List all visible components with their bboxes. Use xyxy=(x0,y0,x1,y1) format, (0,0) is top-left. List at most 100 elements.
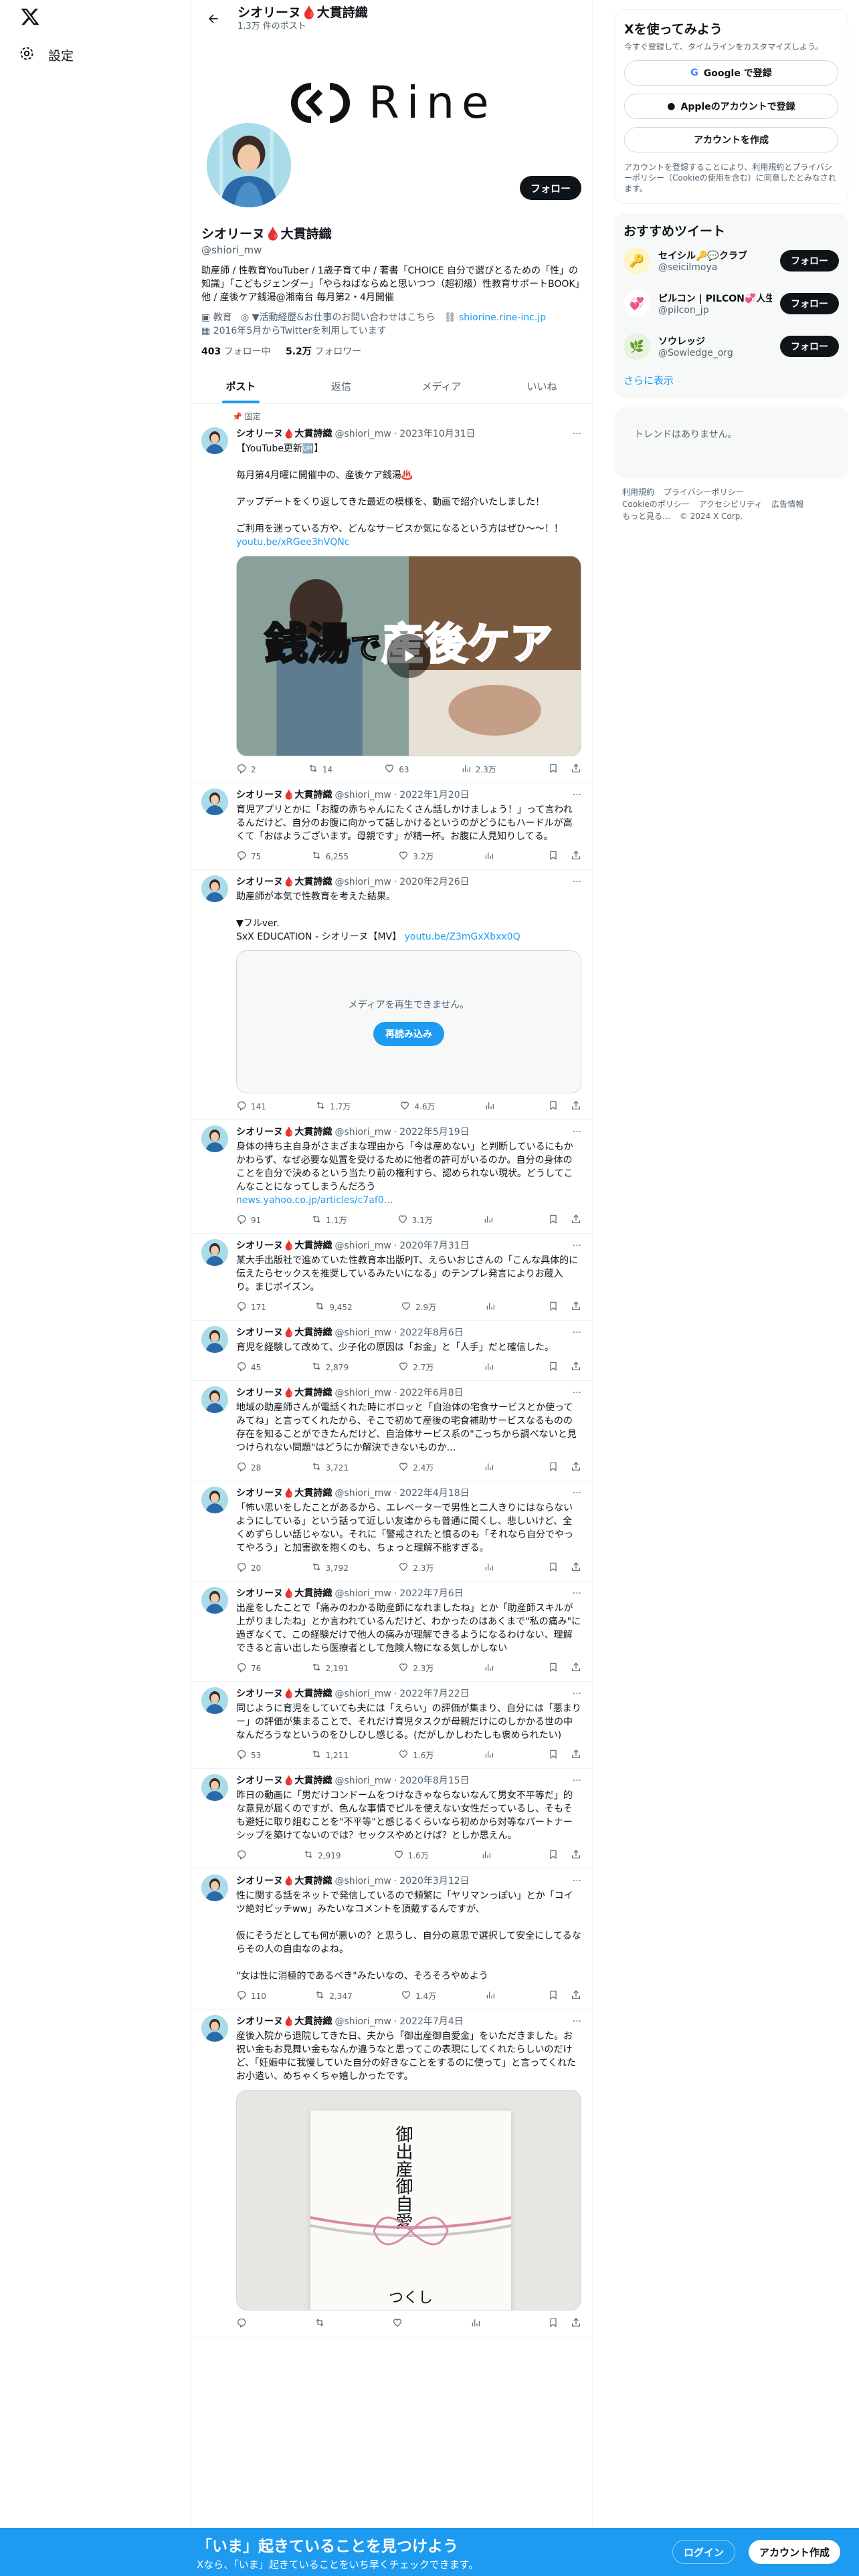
views-button[interactable] xyxy=(484,1562,498,1574)
reply-button[interactable]: 53 xyxy=(236,1749,261,1761)
share-icon[interactable] xyxy=(571,1214,581,1226)
like-button[interactable]: 1.4万 xyxy=(401,1990,436,2002)
tab-posts[interactable]: ポスト xyxy=(191,368,291,403)
footer-link[interactable]: もっと見る… xyxy=(622,512,670,521)
share-icon[interactable] xyxy=(571,850,581,863)
tweet-date[interactable]: 2022年1月20日 xyxy=(399,788,469,802)
tweet[interactable]: シオリーヌ🩸大貫詩織 @shiori_mw · 2022年6月8日 ··· 地域… xyxy=(191,1381,592,1481)
like-button[interactable] xyxy=(392,2317,407,2330)
retweet-button[interactable]: 6,255 xyxy=(311,850,349,863)
more-icon[interactable]: ··· xyxy=(573,875,581,889)
share-icon[interactable] xyxy=(571,1990,581,2002)
views-button[interactable] xyxy=(485,1990,500,2002)
bookmark-icon[interactable] xyxy=(548,850,559,863)
create-account-button[interactable]: アカウントを作成 xyxy=(624,127,838,152)
tweet-date[interactable]: 2022年6月8日 xyxy=(399,1386,463,1400)
avatar[interactable] xyxy=(201,1587,228,1614)
views-button[interactable] xyxy=(485,1301,500,1313)
tweet-author-handle[interactable]: @shiori_mw xyxy=(335,427,391,441)
tweet-author-name[interactable]: シオリーヌ🩸大貫詩織 xyxy=(236,1874,332,1888)
tweet-author-name[interactable]: シオリーヌ🩸大貫詩織 xyxy=(236,427,332,441)
share-icon[interactable] xyxy=(571,1461,581,1474)
tweet-date[interactable]: 2020年2月26日 xyxy=(399,875,469,889)
reply-button[interactable]: 75 xyxy=(236,850,261,863)
bookmark-icon[interactable] xyxy=(548,1361,559,1374)
more-icon[interactable]: ··· xyxy=(573,1239,581,1253)
tweet-author-name[interactable]: シオリーヌ🩸大貫詩織 xyxy=(236,875,332,889)
tweet-author-handle[interactable]: @shiori_mw xyxy=(335,1487,391,1500)
tweet-author-handle[interactable]: @shiori_mw xyxy=(335,1125,391,1139)
bookmark-icon[interactable] xyxy=(548,1990,559,2002)
share-icon[interactable] xyxy=(571,1361,581,1374)
tweet-link[interactable]: youtu.be/Z3mGxXbxx0Q xyxy=(405,932,520,942)
apple-signup-button[interactable]: ● Appleのアカウントで登録 xyxy=(624,94,838,119)
tweet-author-handle[interactable]: @shiori_mw xyxy=(335,1587,391,1600)
share-icon[interactable] xyxy=(571,1301,581,1313)
avatar[interactable] xyxy=(201,1487,228,1513)
show-more-link[interactable]: さらに表示 xyxy=(624,368,839,390)
like-button[interactable]: 3.2万 xyxy=(398,850,434,863)
retweet-button[interactable]: 1.7万 xyxy=(315,1100,351,1113)
signup-button[interactable]: アカウント作成 xyxy=(749,2540,841,2564)
tab-replies[interactable]: 返信 xyxy=(291,368,391,403)
tweet-link[interactable]: news.yahoo.co.jp/articles/c7af0… xyxy=(236,1194,581,1207)
retweet-button[interactable]: 1.1万 xyxy=(311,1214,347,1226)
tweet-date[interactable]: 2022年7月6日 xyxy=(399,1587,463,1600)
tweet-author-name[interactable]: シオリーヌ🩸大貫詩織 xyxy=(236,1125,332,1139)
retweet-button[interactable]: 3,721 xyxy=(311,1461,349,1474)
retweet-button[interactable]: 2,191 xyxy=(311,1662,349,1675)
avatar[interactable] xyxy=(201,427,228,454)
share-icon[interactable] xyxy=(571,1662,581,1675)
like-button[interactable]: 1.6万 xyxy=(398,1749,434,1761)
avatar[interactable] xyxy=(201,2015,228,2042)
tweet-date[interactable]: 2022年8月6日 xyxy=(399,1326,463,1339)
tweet-date[interactable]: 2020年7月31日 xyxy=(399,1239,469,1253)
tab-likes[interactable]: いいね xyxy=(492,368,592,403)
reply-button[interactable]: 110 xyxy=(236,1990,266,2002)
tweet-date[interactable]: 2022年7月22日 xyxy=(399,1687,469,1701)
avatar[interactable] xyxy=(201,1874,228,1901)
tweet-author-name[interactable]: シオリーヌ🩸大貫詩織 xyxy=(236,1587,332,1600)
like-button[interactable]: 1.6万 xyxy=(393,1849,429,1862)
retweet-button[interactable]: 2,919 xyxy=(303,1849,341,1862)
bookmark-icon[interactable] xyxy=(548,1100,559,1113)
views-button[interactable] xyxy=(484,850,498,863)
share-icon[interactable] xyxy=(571,1749,581,1761)
retweet-button[interactable]: 2,347 xyxy=(314,1990,353,2002)
like-button[interactable]: 4.6万 xyxy=(399,1100,436,1113)
footer-link[interactable]: 広告情報 xyxy=(771,500,803,509)
google-signup-button[interactable]: G Google で登録 xyxy=(624,60,838,86)
tweet[interactable]: シオリーヌ🩸大貫詩織 @shiori_mw · 2022年7月22日 ··· 同… xyxy=(191,1682,592,1769)
views-button[interactable] xyxy=(470,2317,485,2330)
login-button[interactable]: ログイン xyxy=(672,2540,736,2564)
avatar[interactable] xyxy=(201,1687,228,1714)
reply-button[interactable]: 141 xyxy=(236,1100,266,1113)
recommend-item[interactable]: 🔑 セイシル🔑💬クラブ @seicilmoya フォロー xyxy=(624,239,839,282)
bookmark-icon[interactable] xyxy=(548,1214,559,1226)
avatar[interactable] xyxy=(201,875,228,902)
back-arrow-icon[interactable] xyxy=(201,7,225,31)
avatar[interactable] xyxy=(201,1774,228,1801)
reply-button[interactable]: 76 xyxy=(236,1662,261,1675)
share-icon[interactable] xyxy=(571,2317,581,2330)
tweet[interactable]: シオリーヌ🩸大貫詩織 @shiori_mw · 2022年7月6日 ··· 出産… xyxy=(191,1582,592,1682)
avatar[interactable] xyxy=(201,1386,228,1413)
retweet-button[interactable]: 3,792 xyxy=(311,1562,349,1574)
more-icon[interactable]: ··· xyxy=(573,1386,581,1400)
following-link[interactable]: 403 フォロー中 xyxy=(201,346,271,357)
like-button[interactable]: 3.1万 xyxy=(397,1214,433,1226)
more-icon[interactable]: ··· xyxy=(573,1687,581,1701)
reply-button[interactable]: 171 xyxy=(236,1301,266,1313)
like-button[interactable]: 2.3万 xyxy=(398,1562,434,1574)
more-icon[interactable]: ··· xyxy=(573,1125,581,1139)
retweet-button[interactable]: 1,211 xyxy=(311,1749,349,1761)
tweet[interactable]: シオリーヌ🩸大貫詩織 @shiori_mw · 2022年5月19日 ··· 身… xyxy=(191,1120,592,1234)
tweet-date[interactable]: 2022年7月4日 xyxy=(399,2015,463,2028)
followers-link[interactable]: 5.2万 フォロワー xyxy=(286,346,361,357)
avatar[interactable] xyxy=(201,1125,228,1152)
tweet-date[interactable]: 2022年4月18日 xyxy=(399,1487,469,1500)
tweet-author-name[interactable]: シオリーヌ🩸大貫詩織 xyxy=(236,788,332,802)
tweet-author-handle[interactable]: @shiori_mw xyxy=(335,1386,391,1400)
share-icon[interactable] xyxy=(571,1100,581,1113)
more-icon[interactable]: ··· xyxy=(573,1874,581,1888)
